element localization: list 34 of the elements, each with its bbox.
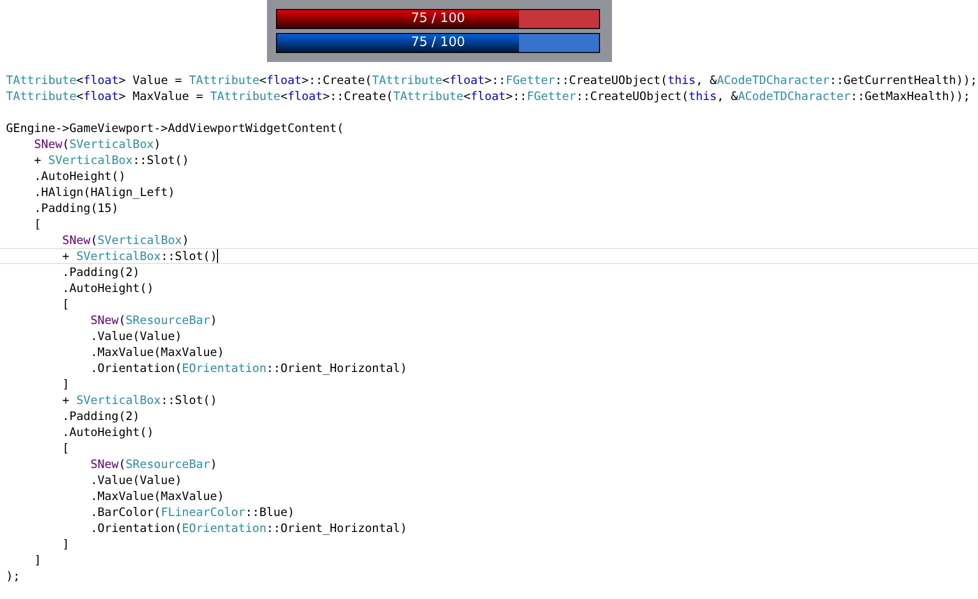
code-line: [ (61, 440, 70, 456)
code-line: .MaxValue(MaxValue) (89, 488, 224, 504)
text-cursor (217, 249, 218, 263)
code-line: .HAlign(HAlign_Left) (33, 184, 175, 200)
code-line: [ (61, 296, 70, 312)
code-line: SNew(SResourceBar) (89, 456, 218, 472)
code-line: SNew(SVerticalBox) (33, 136, 161, 152)
code-line: .BarColor(FLinearColor::Blue) (89, 504, 295, 520)
code-line: [ (33, 216, 42, 232)
code-line: + SVerticalBox::Slot() (33, 152, 189, 168)
code-line: TAttribute<float> Value = TAttribute<float>::Create(TAttribute<float>::FGetter::CreateUObject(this, &ACodeTDCharacter::GetCurrentHealth)); (6, 72, 978, 88)
code-line: .Orientation(EOrientation::Orient_Horizontal) (89, 520, 408, 536)
code-line: .AutoHeight() (61, 424, 154, 440)
code-line: .AutoHeight() (33, 168, 126, 184)
code-line: ] (61, 376, 70, 392)
code-line: + SVerticalBox::Slot() (61, 392, 218, 408)
code-line: .Value(Value) (89, 328, 182, 344)
code-line: ] (61, 536, 70, 552)
code-line: ] (33, 552, 42, 568)
code-line: .Padding(2) (61, 264, 140, 280)
code-line: ); (6, 568, 20, 584)
code-line: GEngine->GameViewport->AddViewportWidgetContent( (6, 120, 344, 136)
code-line: TAttribute<float> MaxValue = TAttribute<float>::Create(TAttribute<float>::FGetter::CreateUObject(this, &ACodeTDCharacter::GetMaxHealth)); (6, 88, 970, 104)
code-line: .Padding(15) (33, 200, 119, 216)
code-line: SNew(SVerticalBox) (61, 232, 189, 248)
code-line: + SVerticalBox::Slot() (61, 248, 218, 264)
code-line: .Value(Value) (89, 472, 182, 488)
code-line: .MaxValue(MaxValue) (89, 344, 224, 360)
bar-value: 75 / 100 (410, 11, 466, 27)
bar-value: 75 / 100 (410, 35, 466, 51)
code-line: .Padding(2) (61, 408, 140, 424)
code-line: .AutoHeight() (61, 280, 154, 296)
code-line: .Orientation(EOrientation::Orient_Horizontal) (89, 360, 408, 376)
code-line: SNew(SResourceBar) (89, 312, 218, 328)
